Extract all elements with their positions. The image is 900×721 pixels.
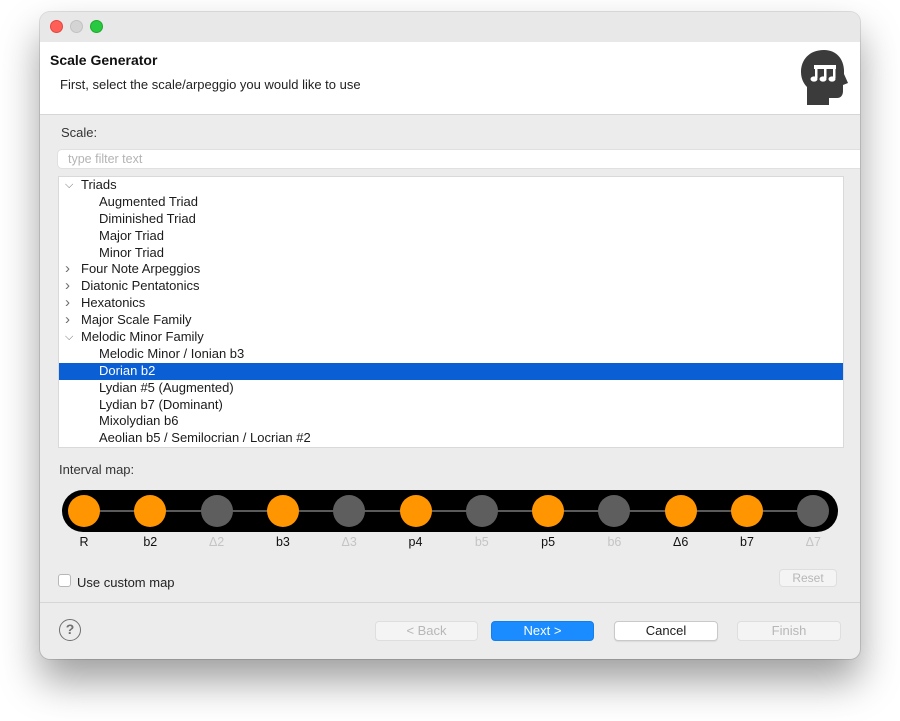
interval-dot[interactable] [731,495,763,527]
tree-item[interactable]: Mixolydian b6 [59,413,843,430]
head-music-icon [801,50,848,105]
tree-item[interactable]: Augmented Triad [59,194,843,211]
interval-label: Δ2 [208,535,225,549]
chevron-right-icon[interactable]: › [65,294,75,312]
tree-item-label: Triads [81,177,117,192]
interval-label: p5 [541,535,556,549]
tree-item-label: Melodic Minor Family [81,329,204,345]
tree-item[interactable]: Lydian #5 (Augmented) [59,380,843,397]
zoom-window-button[interactable] [90,20,103,33]
tree-group[interactable]: › Major Scale Family [59,311,843,329]
tree-item-label: Diminished Triad [99,210,196,226]
interval-label: b5 [474,535,489,549]
interval-label: b7 [740,535,754,549]
reset-button[interactable]: Reset [779,569,837,587]
chevron-down-icon[interactable]: ⌵ [65,329,75,346]
tree-item[interactable]: Melodic Minor / Ionian b3 [59,346,843,363]
tree-item[interactable]: Aeolian b5 / Semilocrian / Locrian #2 [59,430,843,447]
interval-label: b3 [275,535,290,549]
tree-group[interactable]: ⌵ Melodic Minor Family [59,329,843,346]
wizard-header: Scale Generator First, select the scale/… [40,42,860,115]
chevron-down-icon[interactable]: ⌵ [65,177,75,194]
interval-dot[interactable] [465,495,498,527]
tree-group[interactable]: › Four Note Arpeggios [59,261,843,278]
chevron-right-icon[interactable]: › [65,277,75,295]
interval-label: R [79,535,89,549]
close-window-button[interactable] [50,20,63,33]
interval-label: Δ3 [341,535,357,549]
chevron-right-icon[interactable]: › [65,261,75,278]
tree-item-label: Augmented Triad [99,193,199,209]
tree-item-label: Diatonic Pentatonics [81,278,200,294]
chevron-right-icon[interactable]: › [65,311,75,329]
interval-dot[interactable] [333,495,366,527]
interval-dot[interactable] [399,495,432,527]
title-bar [40,12,860,42]
cancel-button[interactable]: Cancel [614,621,718,641]
tree-item-label: Four Note Arpeggios [81,261,201,277]
interval-dot[interactable] [664,495,697,527]
tree-item-label: Aeolian b5 / Semilocrian / Locrian #2 [99,430,311,446]
footer-divider [40,602,860,603]
tree-group[interactable]: ⌵ Triads [59,177,843,194]
tree-item[interactable]: Major Triad [59,228,843,245]
scale-label: Scale: [61,125,98,140]
interval-dot[interactable] [532,495,565,527]
back-button[interactable]: < Back [375,621,478,641]
interval-dot[interactable] [68,495,100,527]
finish-button[interactable]: Finish [737,621,841,641]
tree-item-label: Major Triad [99,227,165,243]
tree-item-label: Hexatonics [81,295,146,311]
wizard-title: Scale Generator [50,52,158,68]
tree-item-label: Melodic Minor / Ionian b3 [99,345,245,361]
tree-item[interactable]: Dorian b2 [59,362,843,380]
interval-dot[interactable] [266,495,299,527]
interval-label: Δ7 [805,535,821,549]
interval-dot[interactable] [134,495,167,527]
interval-dot[interactable] [200,495,233,527]
tree-item[interactable]: Diminished Triad [59,211,843,228]
tree-item[interactable]: Minor Triad [59,245,843,262]
tree-item-label: Major Scale Family [81,312,192,328]
interval-label: b6 [607,535,622,549]
tree-item-label: Lydian b7 (Dominant) [99,396,223,412]
interval-label: p4 [408,535,423,549]
minimize-window-button[interactable] [70,20,83,33]
help-icon[interactable]: ? [59,619,81,641]
scale-tree[interactable]: ⌵ Triads Augmented Triad Diminished Triad Ma… [58,176,844,448]
interval-map[interactable] [62,490,838,532]
tree-item-label: Lydian #5 (Augmented) [99,379,234,395]
interval-dot[interactable] [797,495,830,527]
wizard-subtitle: First, select the scale/arpeggio you wou… [60,77,361,92]
interval-label: Δ6 [673,535,689,549]
use-custom-map-label: Use custom map [77,575,175,590]
next-button[interactable]: Next > [491,621,594,641]
scale-filter-input[interactable] [58,150,860,168]
interval-map-track [82,510,818,512]
use-custom-map-checkbox[interactable] [58,574,71,587]
scale-generator-window: Scale Generator First, select the scale/… [40,12,860,659]
tree-group[interactable]: › Diatonic Pentatonics [59,277,843,295]
tree-item-label: Mixolydian b6 [99,413,179,429]
interval-map-label: Interval map: [59,462,135,477]
tree-item-label: Minor Triad [99,244,165,260]
interval-label: b2 [143,535,158,549]
tree-item-label: Dorian b2 [99,362,156,378]
tree-item[interactable]: Lydian b7 (Dominant) [59,397,843,414]
tree-group[interactable]: › Hexatonics [59,294,843,312]
interval-dot[interactable] [598,495,631,527]
